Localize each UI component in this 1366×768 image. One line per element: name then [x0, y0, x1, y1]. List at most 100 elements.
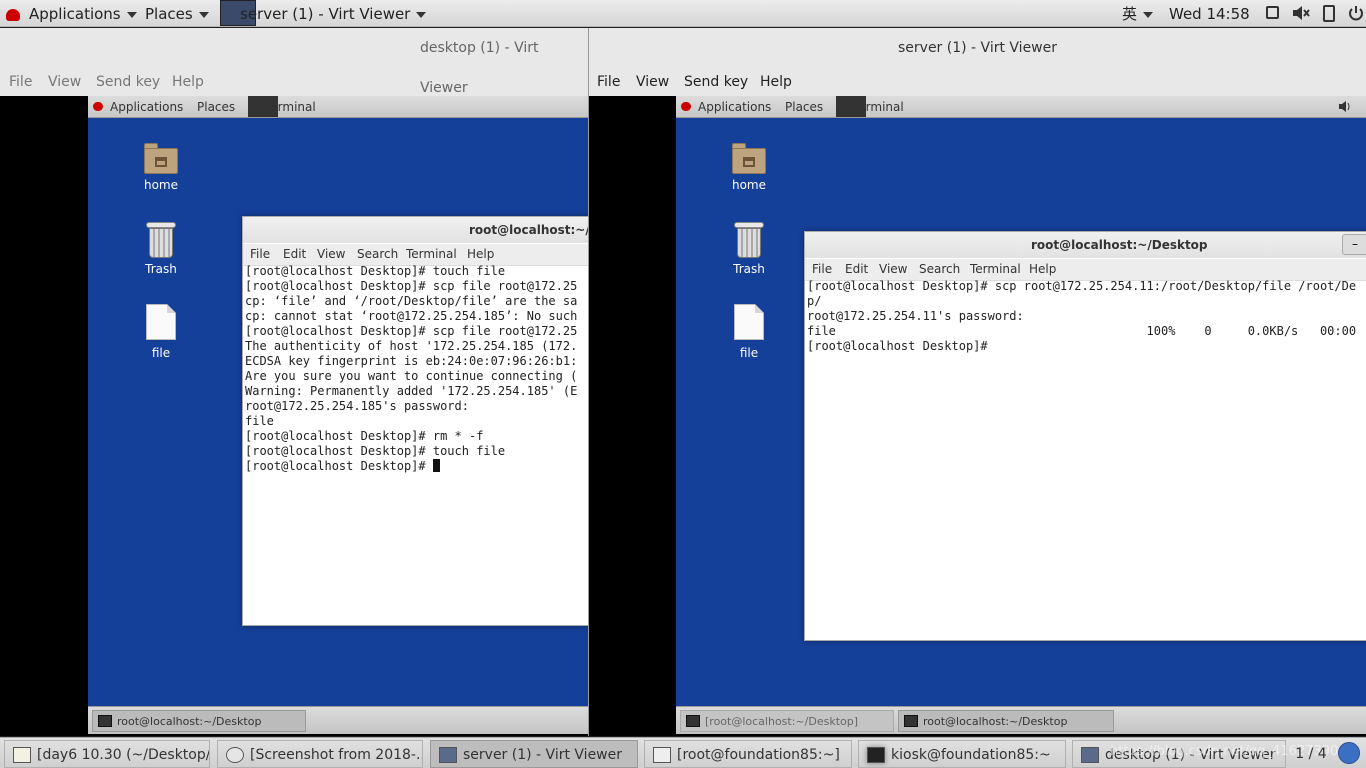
- trash-icon: [146, 222, 176, 258]
- guest-places-menu[interactable]: Places: [785, 100, 823, 114]
- terminal-menu-search[interactable]: Search: [919, 262, 960, 276]
- home-folder-icon: [730, 140, 768, 174]
- file-icon: [146, 304, 176, 340]
- guest-display[interactable]: Applications Places Terminal home Trash …: [0, 96, 588, 736]
- terminal-window[interactable]: root@localhost:~/Desktop – File Edit Vie…: [804, 231, 1366, 641]
- guest-desktop[interactable]: home Trash file root@localhost:~/D File …: [88, 118, 588, 706]
- file-icon: [734, 304, 764, 340]
- terminal-menu-search[interactable]: Search: [357, 247, 398, 261]
- desktop-icon-file[interactable]: file: [714, 304, 784, 360]
- terminal-output[interactable]: [root@localhost Desktop]# touch file [ro…: [245, 264, 588, 474]
- menu-view[interactable]: View: [636, 74, 669, 90]
- terminal-menu-view[interactable]: View: [879, 262, 907, 276]
- desktop-icon-file[interactable]: file: [126, 304, 196, 360]
- terminal-cursor: [432, 459, 440, 472]
- terminal-line: file 100% 0 0.0KB/s 00:00: [807, 324, 1357, 338]
- terminal-icon: [686, 715, 700, 727]
- window-title: desktop (1) - Virt Viewer: [420, 40, 539, 96]
- window-switch-icon[interactable]: [1266, 6, 1279, 19]
- volume-icon[interactable]: [1292, 5, 1310, 25]
- terminal-menu-file[interactable]: File: [250, 247, 270, 261]
- chevron-down-icon: [198, 11, 209, 18]
- terminal-menu-edit[interactable]: Edit: [845, 262, 868, 276]
- guest-applications-menu[interactable]: Applications: [698, 100, 771, 114]
- task-root-terminal[interactable]: [root@foundation85:~]: [644, 740, 852, 768]
- power-icon[interactable]: [1348, 5, 1364, 25]
- terminal-menu-file[interactable]: File: [812, 262, 832, 276]
- guest-task-terminal[interactable]: root@localhost:~/Desktop: [92, 710, 306, 732]
- terminal-window[interactable]: root@localhost:~/D File Edit View Search…: [242, 216, 588, 626]
- menu-send-key[interactable]: Send key: [96, 74, 160, 90]
- guest-desktop[interactable]: home Trash file root@localhost:~/Desktop…: [676, 118, 1366, 706]
- terminal-line: [root@localhost Desktop]# touch file: [245, 444, 506, 458]
- top-panel: Applications Places server (1) - Virt Vi…: [0, 0, 1366, 27]
- terminal-line: [root@localhost Desktop]# touch file: [245, 264, 506, 278]
- terminal-line: cp: cannot stat ‘root@172.25.254.185’: N…: [245, 309, 578, 323]
- menu-help[interactable]: Help: [760, 74, 792, 90]
- menu-help[interactable]: Help: [172, 74, 204, 90]
- terminal-line: ECDSA key fingerprint is eb:24:0e:07:96:…: [245, 354, 578, 368]
- terminal-menu-help[interactable]: Help: [467, 247, 494, 261]
- terminal-menu-help[interactable]: Help: [1029, 262, 1056, 276]
- workspace-indicator[interactable]: 1 / 4: [1290, 740, 1332, 768]
- left-virt-viewer-window: desktop (1) - Virt Viewer File View Send…: [0, 28, 588, 736]
- terminal-line: [root@localhost Desktop]#: [807, 339, 988, 353]
- desktop-icon-trash[interactable]: Trash: [714, 222, 784, 276]
- applications-menu[interactable]: Applications: [29, 4, 137, 24]
- virt-viewer-icon: [439, 747, 457, 763]
- terminal-line: Are you sure you want to continue connec…: [245, 369, 578, 383]
- desktop-icon-trash[interactable]: Trash: [126, 222, 196, 276]
- notification-icon[interactable]: [1338, 742, 1360, 764]
- guest-active-app[interactable]: Terminal: [853, 100, 904, 114]
- active-window-menu[interactable]: server (1) - Virt Viewer: [240, 4, 427, 24]
- text-editor-icon: [13, 747, 31, 763]
- task-text-editor[interactable]: [day6 10.30 (~/Desktop/...: [4, 740, 210, 768]
- desktop-icon-label: Trash: [145, 262, 177, 276]
- task-server-virt-viewer[interactable]: server (1) - Virt Viewer: [430, 740, 638, 768]
- redhat-logo-icon: [681, 102, 691, 111]
- chevron-down-icon: [1143, 11, 1154, 18]
- desktop-icon-home[interactable]: home: [714, 140, 784, 192]
- guest-task-terminal[interactable]: root@localhost:~/Desktop: [898, 710, 1114, 732]
- terminal-prompt-line: [root@localhost Desktop]#: [245, 459, 588, 474]
- clock[interactable]: Wed 14:58: [1169, 4, 1250, 24]
- menu-file[interactable]: File: [9, 74, 32, 90]
- menu-send-key[interactable]: Send key: [684, 74, 748, 90]
- menu-file[interactable]: File: [597, 74, 620, 90]
- guest-display[interactable]: Applications Places Terminal home Trash …: [589, 96, 1366, 736]
- input-method-indicator[interactable]: 英: [1122, 4, 1154, 24]
- task-label: [root@localhost:~/Desktop]: [705, 715, 859, 728]
- battery-icon[interactable]: [1323, 5, 1335, 22]
- terminal-menu-terminal[interactable]: Terminal: [406, 247, 457, 261]
- terminal-output[interactable]: [root@localhost Desktop]# scp root@172.2…: [807, 279, 1366, 354]
- places-menu[interactable]: Places: [145, 4, 209, 24]
- terminal-title: root@localhost:~/D: [243, 217, 588, 243]
- terminal-menu-view[interactable]: View: [317, 247, 345, 261]
- guest-places-menu[interactable]: Places: [197, 100, 235, 114]
- terminal-menu-terminal[interactable]: Terminal: [970, 262, 1021, 276]
- task-kiosk-terminal[interactable]: kiosk@foundation85:~: [858, 740, 1066, 768]
- terminal-prompt: [root@localhost Desktop]#: [245, 459, 433, 473]
- guest-top-panel: Applications Places Terminal: [676, 96, 1366, 118]
- virt-viewer-icon: [1081, 747, 1099, 763]
- terminal-title: root@localhost:~/Desktop: [805, 232, 1366, 258]
- task-label: [root@foundation85:~]: [677, 747, 840, 763]
- desktop-icon-home[interactable]: home: [126, 140, 196, 192]
- menu-view[interactable]: View: [48, 74, 81, 90]
- guest-applications-menu[interactable]: Applications: [110, 100, 183, 114]
- guest-task-terminal-minimized[interactable]: [root@localhost:~/Desktop]: [680, 710, 894, 732]
- terminal-line: [root@localhost Desktop]# scp file root@…: [245, 324, 578, 338]
- task-screenshot[interactable]: [Screenshot from 2018-...: [217, 740, 423, 768]
- terminal-line: p/: [807, 294, 822, 308]
- guest-active-app[interactable]: Terminal: [265, 100, 316, 114]
- desktop-icon-label: home: [731, 178, 767, 192]
- desktop-icon-label: file: [151, 346, 171, 360]
- minimize-button[interactable]: –: [1342, 234, 1366, 255]
- terminal-menu-edit[interactable]: Edit: [283, 247, 306, 261]
- terminal-line: [root@localhost Desktop]# scp root@172.2…: [807, 279, 1357, 293]
- terminal-line: [root@localhost Desktop]# rm * -f: [245, 429, 484, 443]
- terminal-line: cp: ‘file’ and ‘/root/Desktop/file’ are …: [245, 294, 578, 308]
- screenshot-icon: [226, 747, 244, 763]
- volume-icon[interactable]: [1339, 101, 1351, 115]
- task-label: server (1) - Virt Viewer: [463, 747, 622, 763]
